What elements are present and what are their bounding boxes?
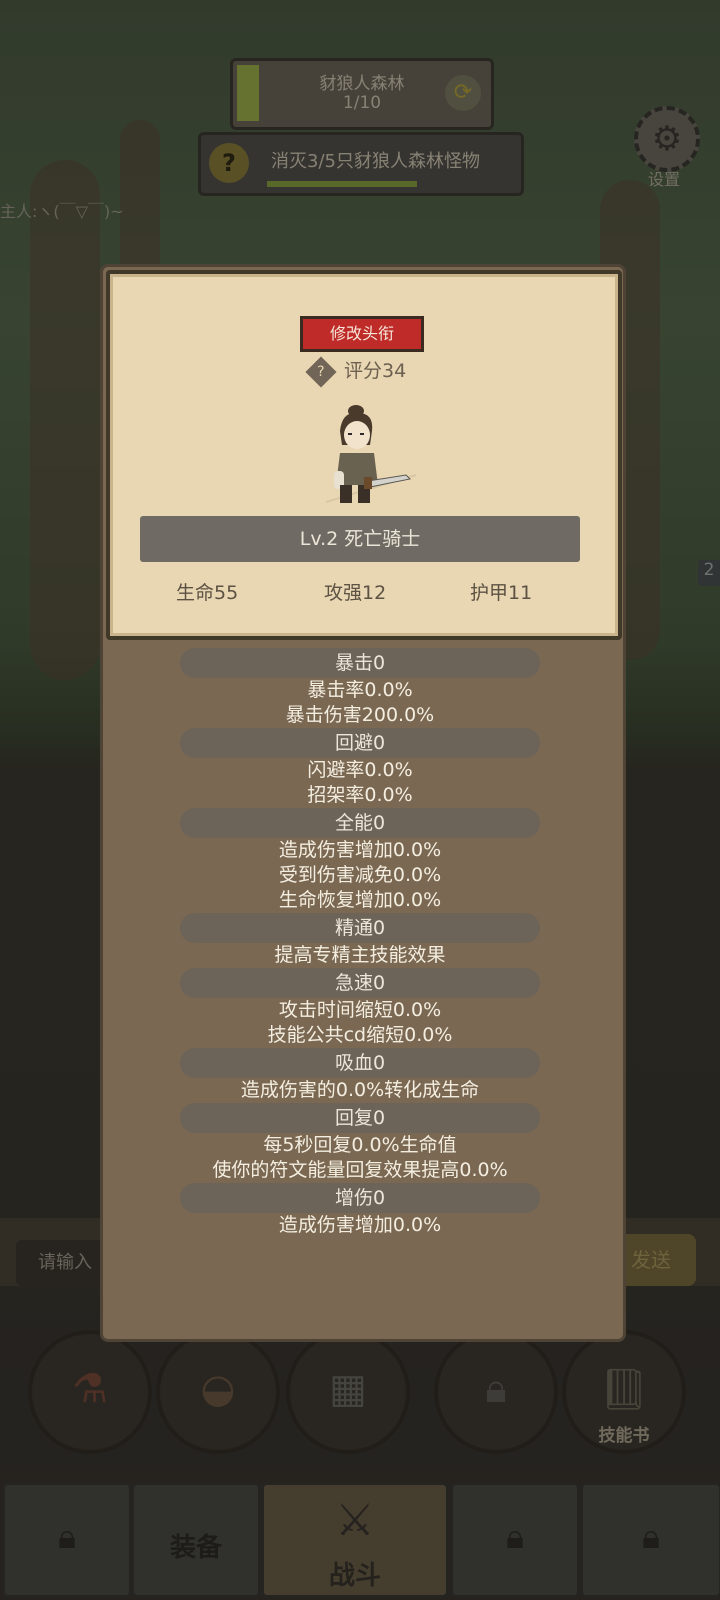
attribute-header: 增伤0 xyxy=(180,1183,540,1213)
attribute-line: 每5秒回复0.0%生命值 xyxy=(263,1134,457,1156)
attribute-line: 暴击伤害200.0% xyxy=(285,704,435,726)
attribute-line: 受到伤害减免0.0% xyxy=(278,864,442,886)
attribute-header: 全能0 xyxy=(180,808,540,838)
attribute-header: 回复0 xyxy=(180,1103,540,1133)
hp-stat: 生命55 xyxy=(176,582,239,604)
attribute-line: 生命恢复增加0.0% xyxy=(278,889,442,911)
attribute-line: 闪避率0.0% xyxy=(307,759,413,781)
character-name: Lv.2 死亡骑士 xyxy=(140,516,580,562)
attribute-line: 造成伤害的0.0%转化成生命 xyxy=(240,1079,480,1101)
rating: ? 评分34 xyxy=(305,355,407,388)
character-sprite xyxy=(326,405,416,504)
attribute-line: 攻击时间缩短0.0% xyxy=(278,999,442,1021)
attribute-line: 使你的符文能量回复效果提高0.0% xyxy=(212,1159,508,1181)
rating-text: 评分34 xyxy=(344,360,407,382)
attribute-line: 暴击率0.0% xyxy=(307,679,413,701)
attribute-line: 造成伤害增加0.0% xyxy=(278,1214,442,1236)
armor-stat: 护甲11 xyxy=(470,582,533,604)
attribute-header: 回避0 xyxy=(180,728,540,758)
attribute-header: 暴击0 xyxy=(180,648,540,678)
attribute-header: 精通0 xyxy=(180,913,540,943)
attribute-header: 吸血0 xyxy=(180,1048,540,1078)
attribute-line: 提高专精主技能效果 xyxy=(274,944,446,966)
attribute-header: 急速0 xyxy=(180,968,540,998)
attribute-line: 技能公共cd缩短0.0% xyxy=(267,1024,453,1046)
attack-stat: 攻强12 xyxy=(324,582,387,604)
attribute-list: 暴击0 暴击率0.0% 暴击伤害200.0% 回避0 闪避率0.0% 招架率0.… xyxy=(106,648,614,1238)
attribute-line: 造成伤害增加0.0% xyxy=(278,839,442,861)
help-icon[interactable]: ? xyxy=(305,355,337,388)
rename-title-button[interactable]: 修改头衔 xyxy=(300,316,424,352)
attribute-line: 招架率0.0% xyxy=(307,784,413,806)
